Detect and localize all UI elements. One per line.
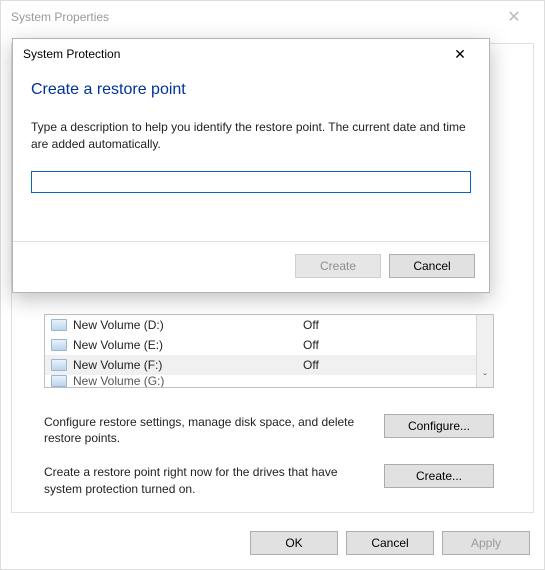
protection-settings-area: Configure restore settings, manage disk … <box>44 404 494 515</box>
restore-point-description-input[interactable] <box>31 171 471 193</box>
cancel-button[interactable]: Cancel <box>389 254 475 278</box>
dialog-content: Create a restore point Type a descriptio… <box>13 69 489 193</box>
dialog-titlebar: System Protection ✕ <box>13 39 489 69</box>
drive-table: New Volume (D:) Off New Volume (E:) Off … <box>44 314 494 388</box>
drive-status: Off <box>303 338 493 352</box>
dialog-instruction: Type a description to help you identify … <box>31 119 471 153</box>
create-button[interactable]: Create <box>295 254 381 278</box>
dialog-title: System Protection <box>23 47 439 61</box>
table-row[interactable]: New Volume (F:) Off <box>45 355 493 375</box>
configure-description: Configure restore settings, manage disk … <box>44 414 368 446</box>
drive-status: Off <box>303 318 493 332</box>
dialog-heading: Create a restore point <box>31 81 471 99</box>
close-icon[interactable]: ✕ <box>494 7 534 27</box>
table-row[interactable]: New Volume (D:) Off <box>45 315 493 335</box>
drive-icon <box>51 339 67 351</box>
create-description: Create a restore point right now for the… <box>44 464 368 496</box>
ok-button[interactable]: OK <box>250 531 338 555</box>
scrollbar[interactable]: ˇ <box>476 315 493 387</box>
drive-status: Off <box>303 358 493 372</box>
drive-name: New Volume (D:) <box>73 318 303 332</box>
create-restore-button[interactable]: Create... <box>384 464 494 488</box>
drive-icon <box>51 319 67 331</box>
close-icon[interactable]: ✕ <box>439 42 481 66</box>
table-row[interactable]: New Volume (E:) Off <box>45 335 493 355</box>
drive-name: New Volume (E:) <box>73 338 303 352</box>
system-properties-title: System Properties <box>11 10 494 24</box>
apply-button: Apply <box>442 531 530 555</box>
system-properties-titlebar: System Properties ✕ <box>1 1 544 33</box>
configure-button[interactable]: Configure... <box>384 414 494 438</box>
dialog-button-row: OK Cancel Apply <box>250 531 530 555</box>
dialog-footer: Create Cancel <box>13 241 489 292</box>
system-protection-dialog: System Protection ✕ Create a restore poi… <box>12 38 490 293</box>
table-row[interactable]: New Volume (G:) <box>45 375 493 387</box>
cancel-button[interactable]: Cancel <box>346 531 434 555</box>
drive-name: New Volume (G:) <box>73 375 303 387</box>
drive-icon <box>51 375 67 387</box>
drive-name: New Volume (F:) <box>73 358 303 372</box>
drive-icon <box>51 359 67 371</box>
chevron-down-icon[interactable]: ˇ <box>477 370 493 387</box>
